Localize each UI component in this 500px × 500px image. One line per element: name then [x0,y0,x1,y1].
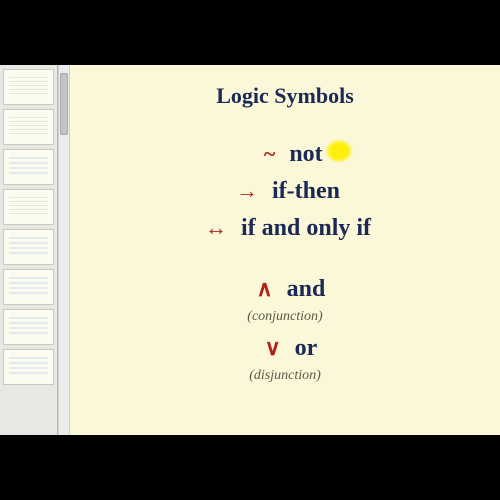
letterbox-bottom [0,435,500,500]
thumbnail-scrollbar[interactable] [58,65,70,435]
symbol-row: ~ not [247,141,322,168]
symbol-row: ↔ if and only if [199,215,371,242]
highlight-cursor-icon [325,139,353,163]
slide-title: Logic Symbols [216,83,354,109]
logic-symbol: ∨ [253,337,281,359]
logic-subtitle: (disjunction) [249,368,321,384]
slide-thumbnail[interactable] [3,149,54,185]
logic-label: not [289,141,322,168]
logic-label: or [295,335,318,362]
scrollbar-handle[interactable] [60,73,68,135]
symbol-row: → if-then [230,178,340,205]
slide-thumbnail[interactable] [3,309,54,345]
slide-thumbnail[interactable] [3,269,54,305]
slide-thumbnail[interactable] [3,189,54,225]
logic-symbol: ↔ [199,217,227,239]
logic-symbol: → [230,180,258,202]
slide-content: Logic Symbols ~ not → if-then ↔ if and o… [70,65,500,435]
logic-symbol: ~ [247,143,275,165]
letterbox-top [0,0,500,65]
slide-thumbnail[interactable] [3,349,54,385]
symbol-row: ∨ or [253,335,318,362]
logic-label: if-then [272,178,340,205]
logic-subtitle: (conjunction) [247,309,322,325]
logic-label: if and only if [241,215,371,242]
presentation-stage: Logic Symbols ~ not → if-then ↔ if and o… [0,65,500,435]
slide-thumbnail-panel [0,65,58,435]
slide-thumbnail[interactable] [3,229,54,265]
slide-thumbnail[interactable] [3,69,54,105]
logic-label: and [287,276,326,303]
symbol-row: ∧ and [245,276,326,303]
logic-symbol: ∧ [245,278,273,300]
slide-thumbnail[interactable] [3,109,54,145]
